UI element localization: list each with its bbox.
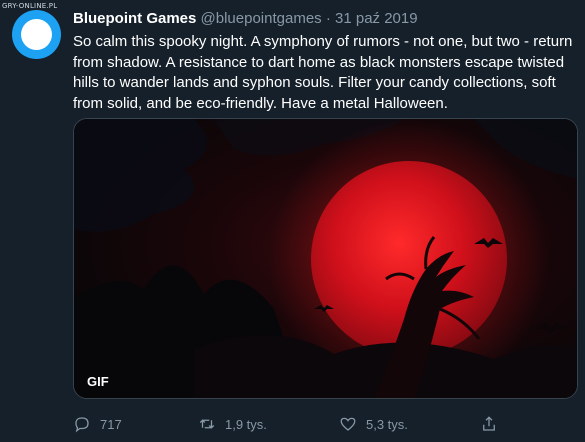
watermark: GRY-ONLINE.PL	[2, 2, 58, 10]
share-button[interactable]	[480, 414, 498, 434]
author-handle[interactable]: @bluepointgames	[201, 10, 322, 27]
header-separator: ·	[325, 10, 331, 27]
avatar[interactable]	[12, 10, 61, 59]
retweet-button[interactable]: 1,9 tys.	[198, 414, 267, 434]
tweet-actions: 717 1,9 tys. 5,3 tys.	[73, 414, 578, 434]
share-icon	[483, 416, 495, 431]
tweet-text: So calm this spooky night. A symphony of…	[73, 33, 573, 112]
retweet-count: 1,9 tys.	[225, 416, 267, 432]
author-name[interactable]: Bluepoint Games	[73, 10, 196, 27]
heart-icon	[340, 417, 356, 431]
retweet-icon	[199, 419, 215, 429]
gif-artwork	[74, 119, 577, 398]
like-count: 5,3 tys.	[366, 416, 408, 432]
like-button[interactable]: 5,3 tys.	[339, 414, 408, 434]
tweet-date[interactable]: 31 paź 2019	[335, 10, 418, 27]
tweet-media-gif[interactable]: GIF	[73, 118, 578, 399]
tweet-header: Bluepoint Games @bluepointgames · 31 paź…	[73, 10, 418, 27]
gif-badge: GIF	[87, 374, 109, 389]
reply-button[interactable]: 717	[73, 414, 122, 434]
avatar-logo-icon	[21, 19, 52, 50]
reply-count: 717	[100, 416, 122, 432]
reply-icon	[75, 417, 89, 433]
